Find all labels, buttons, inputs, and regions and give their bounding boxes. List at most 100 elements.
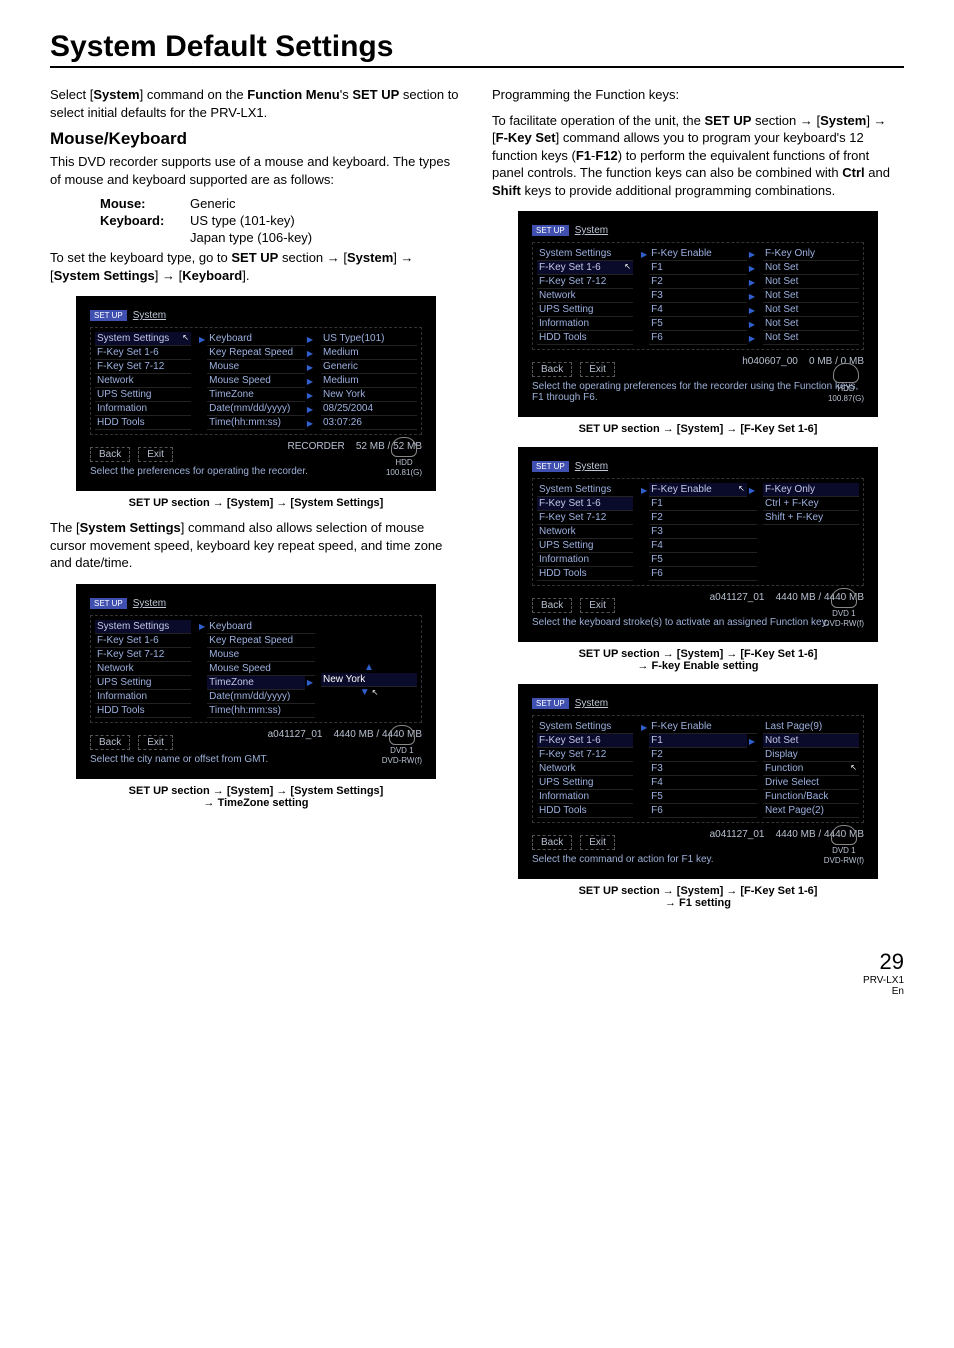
setting-item[interactable]: Time(hh:mm:ss) [207,704,315,718]
exit-button[interactable]: Exit [138,447,173,462]
menu-item[interactable]: F-Key Set 7-12 [537,275,633,289]
option-value[interactable]: Drive Select [763,776,859,790]
setting-item[interactable]: Mouse [207,360,305,374]
setting-item[interactable]: F6 [649,567,757,581]
right-column: Programming the Function keys: To facili… [492,86,904,919]
menu-item[interactable]: HDD Tools [95,704,191,718]
menu-item[interactable]: HDD Tools [537,331,633,345]
menu-item[interactable]: System Settings [537,483,633,497]
fkey-intro-line1: Programming the Function keys: [492,86,904,104]
setting-item[interactable]: F4 [649,539,757,553]
menu-item[interactable]: F-Key Set 1-6 [95,634,191,648]
menu-item[interactable]: Network [537,525,633,539]
setting-item[interactable]: F1 [649,497,757,511]
menu-item[interactable]: UPS Setting [537,303,633,317]
menu-item[interactable]: Network [537,289,633,303]
setting-item[interactable]: F6 [649,331,747,345]
menu-item[interactable]: F-Key Set 7-12 [537,511,633,525]
setting-item[interactable]: Date(mm/dd/yyyy) [207,690,315,704]
menu-item[interactable]: F-Key Set 7-12 [95,648,191,662]
setting-item[interactable]: Mouse Speed [207,662,315,676]
option-value[interactable]: Shift + F-Key [763,511,859,525]
setting-item[interactable]: F5 [649,553,757,567]
menu-item[interactable]: UPS Setting [537,539,633,553]
setting-item[interactable]: F-Key Enable [649,720,757,734]
setup-badge: SET UP [532,461,569,472]
up-arrow-icon[interactable]: ▲ [321,662,417,673]
exit-button[interactable]: Exit [580,362,615,377]
option-value[interactable]: Ctrl + F-Key [763,497,859,511]
menu-item[interactable]: Network [537,762,633,776]
setting-item[interactable]: F4 [649,776,757,790]
setting-item[interactable]: F3 [649,289,747,303]
setting-item[interactable]: F2 [649,275,747,289]
selected-timezone[interactable]: New York [321,673,417,687]
setting-item[interactable]: Mouse [207,648,315,662]
setting-item[interactable]: F4 [649,303,747,317]
option-value[interactable]: Not Set [763,734,859,748]
option-value[interactable]: Next Page(2) [763,804,859,818]
setting-item[interactable]: Mouse Speed [207,374,305,388]
setting-item[interactable]: Key Repeat Speed [207,346,305,360]
menu-item[interactable]: System Settings [95,620,191,634]
screen-title: System [575,698,608,709]
menu-item[interactable]: System Settings [537,247,633,261]
exit-button[interactable]: Exit [580,598,615,613]
menu-item[interactable]: HDD Tools [95,416,191,430]
setting-item[interactable]: F1 [649,261,747,275]
back-button[interactable]: Back [532,598,572,613]
menu-item[interactable]: Information [95,402,191,416]
setting-item[interactable]: Key Repeat Speed [207,634,315,648]
setting-item[interactable]: F3 [649,762,757,776]
menu-item[interactable]: F-Key Set 1-6 [537,497,633,511]
menu-item[interactable]: System Settings [537,720,633,734]
option-value[interactable]: Last Page(9) [763,720,859,734]
option-value[interactable]: Display [763,748,859,762]
menu-item[interactable]: F-Key Set 7-12 [537,748,633,762]
mouse-keyboard-para: This DVD recorder supports use of a mous… [50,153,462,188]
exit-button[interactable]: Exit [138,735,173,750]
setting-item[interactable]: F3 [649,525,757,539]
menu-item[interactable]: Information [537,790,633,804]
option-value[interactable]: Function/Back [763,790,859,804]
menu-item[interactable]: Network [95,374,191,388]
menu-item[interactable]: Information [537,553,633,567]
setting-item[interactable]: F-Key Enable [649,247,747,261]
setting-item[interactable]: F5 [649,317,747,331]
exit-button[interactable]: Exit [580,835,615,850]
option-value[interactable]: Function↖ [763,762,859,776]
menu-item[interactable]: F-Key Set 7-12 [95,360,191,374]
setting-item[interactable]: Time(hh:mm:ss) [207,416,305,430]
menu-item[interactable]: F-Key Set 1-6 [95,346,191,360]
setting-item[interactable]: TimeZone [207,676,305,690]
menu-item[interactable]: Information [95,690,191,704]
back-button[interactable]: Back [532,835,572,850]
setting-item[interactable]: Date(mm/dd/yyyy) [207,402,305,416]
back-button[interactable]: Back [532,362,572,377]
setting-item[interactable]: F2 [649,748,757,762]
back-button[interactable]: Back [90,735,130,750]
setting-item[interactable]: Keyboard [207,620,315,634]
setting-item[interactable]: F2 [649,511,757,525]
menu-item[interactable]: Network [95,662,191,676]
setting-item[interactable]: TimeZone [207,388,305,402]
menu-item[interactable]: HDD Tools [537,804,633,818]
option-value[interactable]: F-Key Only [763,483,859,497]
setting-item[interactable]: F1 [649,734,747,748]
setting-item[interactable]: F5 [649,790,757,804]
menu-item[interactable]: F-Key Set 1-6 [537,734,633,748]
menu-item[interactable]: F-Key Set 1-6↖ [537,261,633,275]
menu-item[interactable]: HDD Tools [537,567,633,581]
menu-item[interactable]: Information [537,317,633,331]
down-arrow-icon[interactable]: ▼↖ [321,687,417,698]
back-button[interactable]: Back [90,447,130,462]
setting-item[interactable]: F6 [649,804,757,818]
setting-item[interactable]: F-Key Enable ↖ [649,483,747,497]
menu-item[interactable]: UPS Setting [95,676,191,690]
menu-item[interactable]: UPS Setting [537,776,633,790]
status-name: a041127_01 [710,592,765,603]
menu-item[interactable]: System Settings↖ [95,332,191,346]
menu-item[interactable]: UPS Setting [95,388,191,402]
cursor-icon: ↖ [624,262,631,273]
setting-item[interactable]: Keyboard [207,332,305,346]
